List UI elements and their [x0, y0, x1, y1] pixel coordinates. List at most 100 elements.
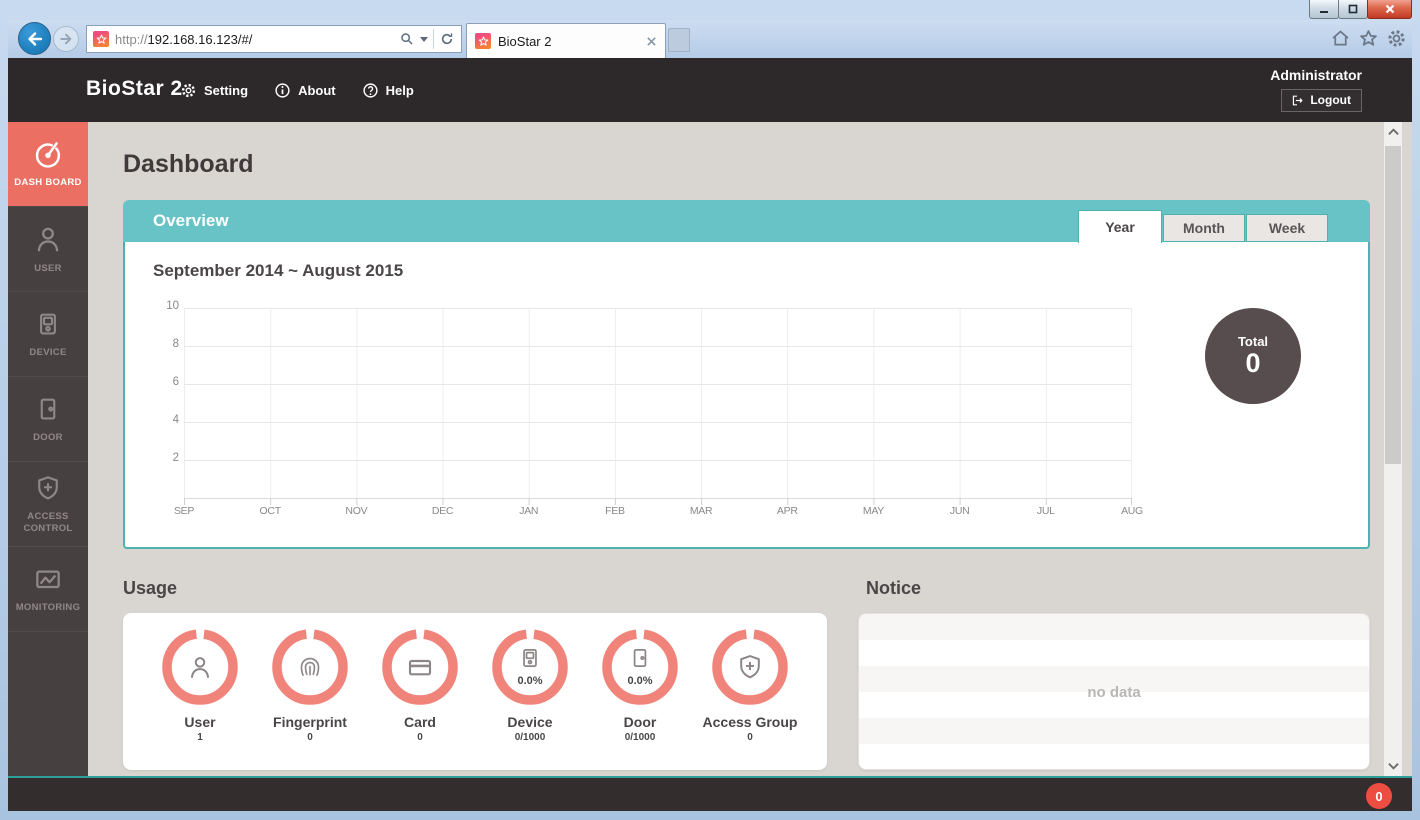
url-scheme: http:// [115, 32, 148, 47]
usage-item-access-group[interactable]: Access Group 0 [695, 627, 805, 770]
logout-button[interactable]: Logout [1281, 89, 1362, 112]
monitor-chart-icon [32, 564, 64, 594]
help-button[interactable]: Help [362, 82, 414, 99]
tab-week[interactable]: Week [1246, 214, 1328, 242]
tab-title: BioStar 2 [498, 34, 551, 49]
logout-label: Logout [1310, 93, 1351, 107]
divider [433, 29, 434, 49]
overview-panel: Overview Year Month Week September 2014 … [123, 200, 1370, 549]
card-icon [404, 651, 436, 683]
window-controls [1310, 0, 1412, 19]
scroll-down-icon[interactable] [1384, 756, 1402, 776]
scroll-up-icon[interactable] [1384, 122, 1402, 142]
usage-item-door[interactable]: 0.0% Door 0/1000 [585, 627, 695, 770]
y-tick-label: 2 [145, 452, 179, 464]
close-button[interactable] [1367, 0, 1412, 19]
usage-value: 1 [197, 732, 203, 743]
tab-close-icon[interactable] [646, 36, 657, 47]
x-tick-label: NOV [345, 505, 367, 517]
main-content: Dashboard Overview Year Month Week Septe… [88, 122, 1412, 776]
usage-item-user[interactable]: User 1 [145, 627, 255, 770]
favorites-star-icon[interactable] [1357, 27, 1380, 50]
address-bar[interactable]: http://192.168.16.123/#/ [86, 25, 462, 53]
logout-icon [1291, 94, 1304, 107]
x-tick-label: JUN [950, 505, 970, 517]
search-icon[interactable] [399, 31, 415, 47]
y-tick-label: 8 [145, 338, 179, 350]
status-bar: 0 [8, 776, 1412, 811]
x-tick-label: APR [777, 505, 798, 517]
about-label: About [298, 83, 336, 98]
settings-gear-icon[interactable] [1385, 27, 1408, 50]
minimize-button[interactable] [1309, 0, 1339, 19]
shield-plus-icon [33, 473, 63, 503]
y-tick-label: 6 [145, 376, 179, 388]
x-tick-label: JAN [519, 505, 538, 517]
x-tick-label: MAY [863, 505, 884, 517]
sidebar-item-device[interactable]: DEVICE [8, 292, 88, 377]
help-label: Help [386, 83, 414, 98]
sidebar-item-monitoring[interactable]: MONITORING [8, 547, 88, 632]
tab-favicon-icon [475, 33, 491, 49]
x-tick-label: SEP [174, 505, 194, 517]
setting-label: Setting [204, 83, 248, 98]
gauge-icon [31, 139, 65, 169]
sidebar-item-access-control[interactable]: ACCESS CONTROL [8, 462, 88, 547]
x-tick-label: OCT [260, 505, 281, 517]
back-button[interactable] [18, 22, 51, 55]
usage-label: Fingerprint [273, 714, 347, 730]
overview-title: Overview [153, 211, 229, 231]
usage-item-device[interactable]: 0.0% Device 0/1000 [475, 627, 585, 770]
usage-item-card[interactable]: Card 0 [365, 627, 475, 770]
forward-button[interactable] [53, 26, 79, 52]
x-tick-label: FEB [605, 505, 625, 517]
total-label: Total [1238, 334, 1268, 349]
notice-section-title: Notice [866, 578, 921, 599]
door-icon [33, 394, 63, 424]
device-icon [33, 309, 63, 339]
usage-section-title: Usage [123, 578, 177, 599]
gear-icon [180, 82, 197, 99]
tab-month[interactable]: Month [1163, 214, 1245, 242]
page-title: Dashboard [123, 150, 254, 179]
person-icon [185, 652, 215, 682]
sidebar-item-label: DEVICE [29, 347, 66, 359]
url-text[interactable]: http://192.168.16.123/#/ [115, 32, 393, 47]
usage-value: 0 [747, 732, 753, 743]
usage-label: Access Group [703, 714, 798, 730]
sidebar-item-dashboard[interactable]: DASH BOARD [8, 122, 88, 207]
setting-button[interactable]: Setting [180, 82, 248, 99]
tab-year[interactable]: Year [1078, 210, 1162, 243]
scrollbar-thumb[interactable] [1385, 146, 1401, 464]
refresh-icon[interactable] [439, 31, 455, 47]
notice-empty-text: no data [859, 684, 1369, 701]
usage-label: Card [404, 714, 436, 730]
chart-period-title: September 2014 ~ August 2015 [153, 261, 403, 281]
app-logo[interactable]: BioStar 2 [86, 77, 183, 101]
sidebar-item-label: USER [34, 263, 62, 275]
sidebar: DASH BOARD USER DEVICE DOOR ACCESS CONTR… [8, 122, 88, 776]
usage-percent: 0.0% [600, 675, 680, 687]
person-icon [32, 223, 64, 255]
info-icon [274, 82, 291, 99]
x-axis-labels: SEP OCT NOV DEC JAN FEB MAR APR MAY JUN … [184, 505, 1132, 519]
maximize-button[interactable] [1338, 0, 1368, 19]
shield-plus-icon [734, 651, 766, 683]
vertical-scrollbar[interactable] [1384, 122, 1402, 776]
usage-value: 0/1000 [515, 732, 546, 743]
fingerprint-icon [295, 652, 325, 682]
alert-count-badge[interactable]: 0 [1366, 783, 1392, 809]
usage-item-fingerprint[interactable]: Fingerprint 0 [255, 627, 365, 770]
sidebar-item-door[interactable]: DOOR [8, 377, 88, 462]
url-dropdown-icon[interactable] [420, 37, 428, 42]
home-icon[interactable] [1329, 27, 1352, 50]
about-button[interactable]: About [274, 82, 336, 99]
app-header: BioStar 2 Setting About Help Administrat… [8, 58, 1412, 122]
sidebar-item-user[interactable]: USER [8, 207, 88, 292]
new-tab-button[interactable] [668, 28, 690, 52]
usage-percent: 0.0% [490, 675, 570, 687]
biostar-app-window: BioStar 2 Setting About Help Administrat… [8, 58, 1412, 811]
app-header-nav: Setting About Help [180, 58, 414, 122]
door-icon [627, 645, 653, 671]
browser-tab[interactable]: BioStar 2 [466, 23, 666, 58]
